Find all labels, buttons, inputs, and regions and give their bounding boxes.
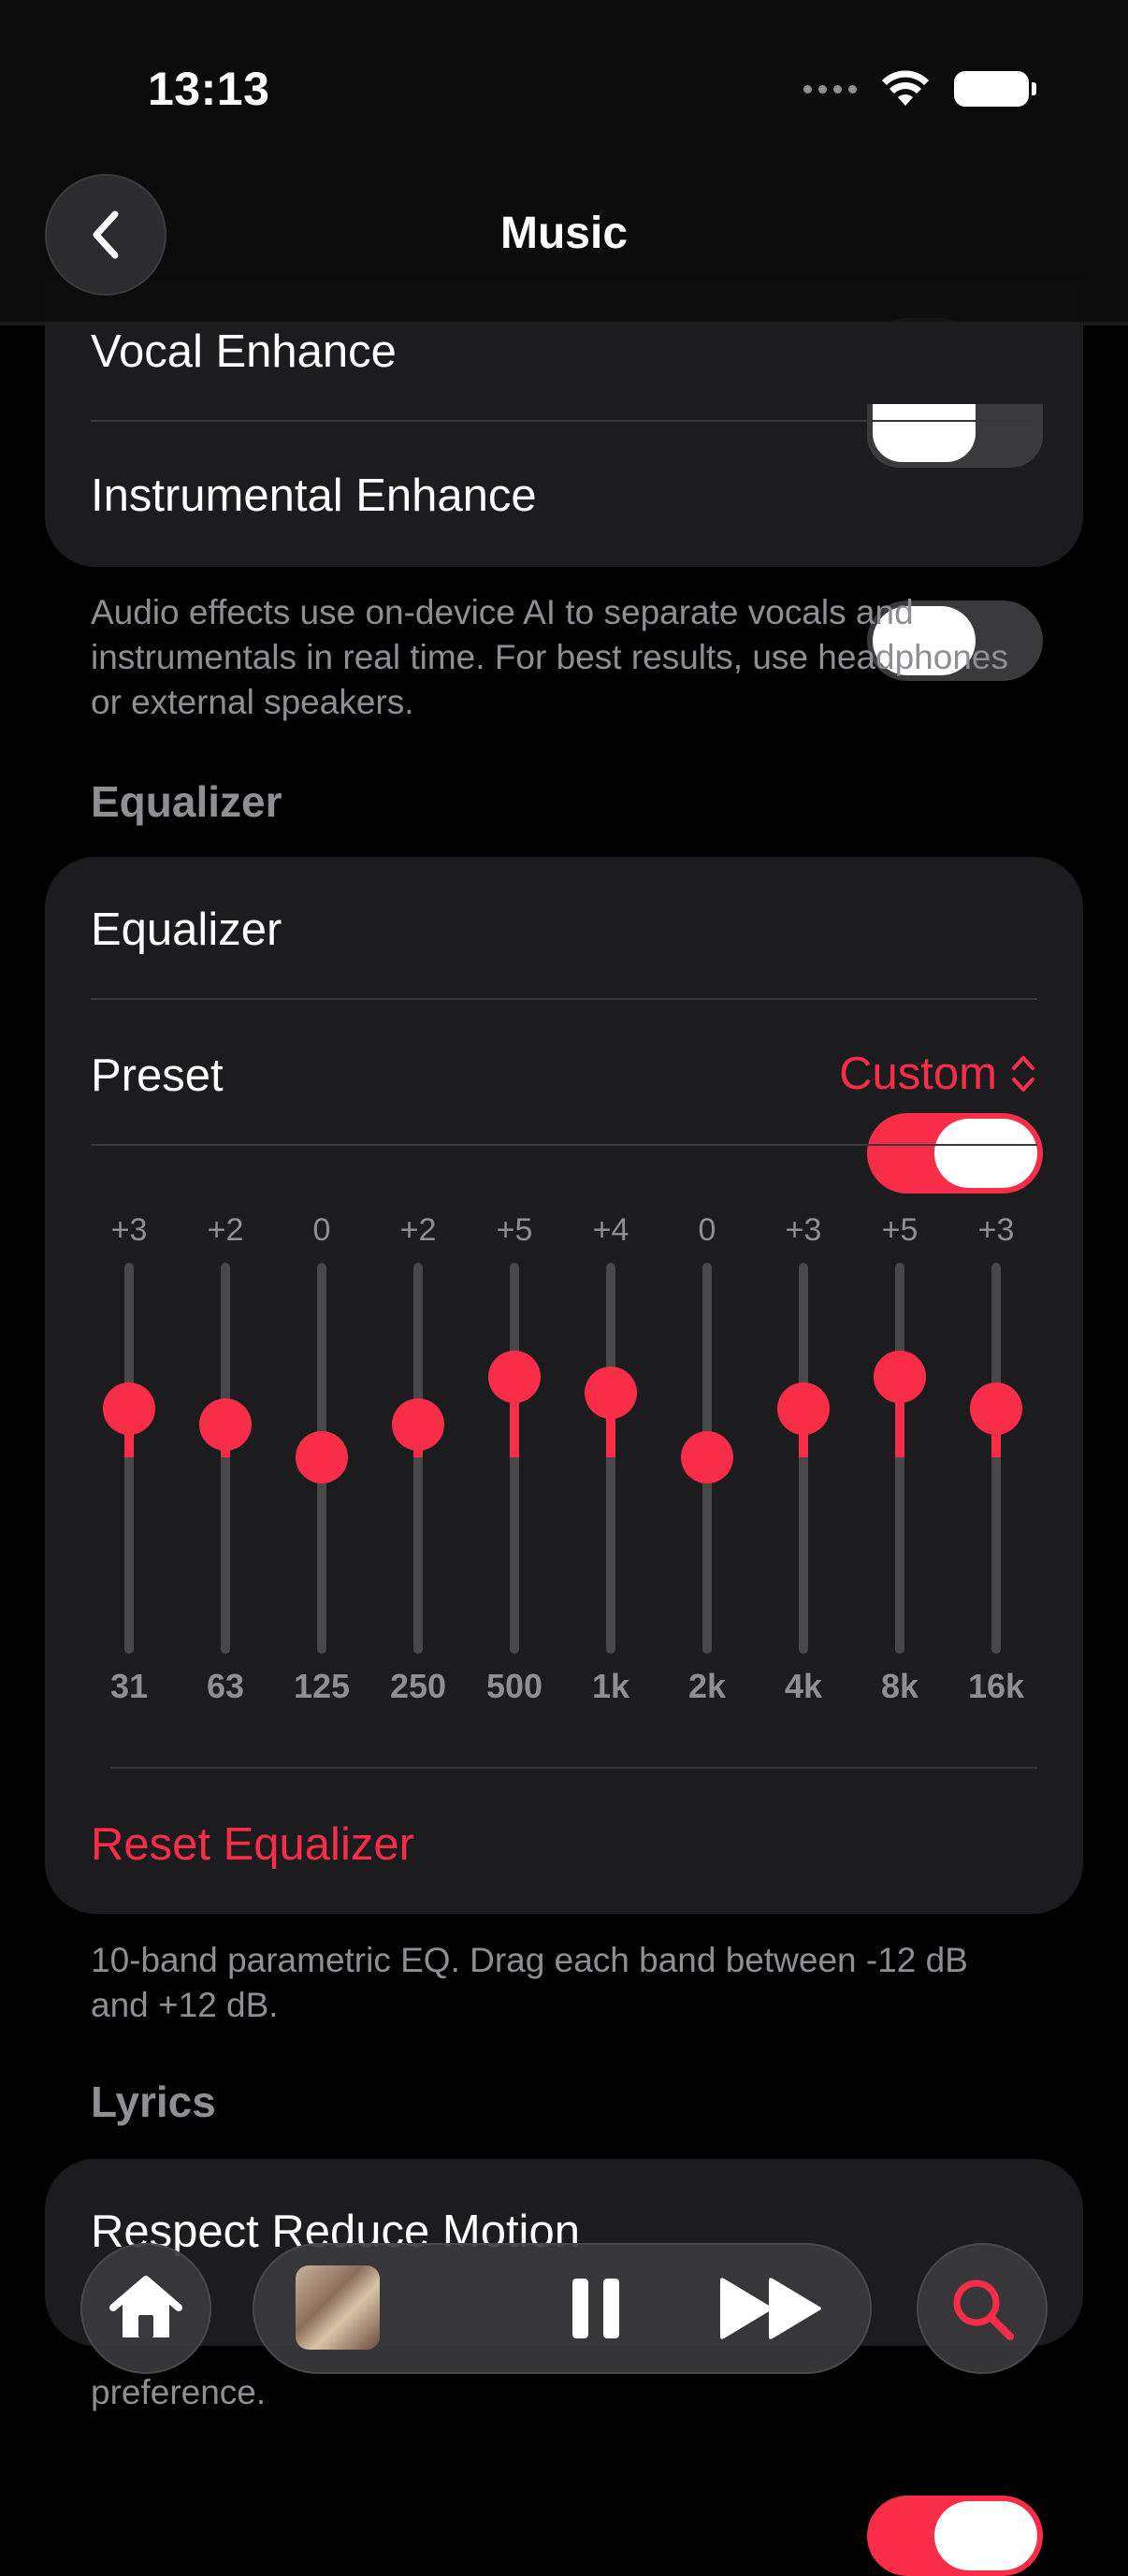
eq-band-value: +3 [977, 1212, 1015, 1248]
row-divider [91, 998, 1037, 1000]
eq-band-frequency: 63 [206, 1667, 245, 1705]
preset-selector[interactable]: Custom [839, 1048, 1036, 1100]
equalizer-footnote: 10-band parametric EQ. Drag each band be… [91, 1941, 968, 2024]
eq-slider-knob[interactable] [681, 1431, 733, 1483]
eq-slider-knob[interactable] [199, 1398, 252, 1452]
eq-band-value: +2 [207, 1212, 244, 1248]
eq-slider-knob[interactable] [296, 1431, 348, 1483]
equalizer-card [45, 857, 1083, 1914]
eq-band-frequency: 31 [109, 1667, 149, 1705]
eq-slider-knob[interactable] [103, 1382, 155, 1436]
vocal-enhance-label-visible: Vocal Enhance [91, 326, 397, 377]
respect-reduce-motion-toggle[interactable] [867, 2496, 1043, 2576]
audio-effects-footnote: Audio effects use on-device AI to separa… [91, 593, 1008, 721]
vocal-enhance-toggle-visible[interactable] [867, 404, 1043, 468]
mini-player[interactable] [253, 2243, 872, 2374]
eq-slider-knob[interactable] [392, 1398, 444, 1452]
eq-band-frequency: 4k [784, 1667, 823, 1705]
search-tab-button[interactable] [917, 2243, 1048, 2374]
eq-band-frequency: 2k [687, 1667, 727, 1705]
house-icon [109, 2276, 182, 2337]
eq-band-value: +3 [785, 1212, 822, 1248]
reset-equalizer-button[interactable]: Reset Equalizer [91, 1818, 414, 1871]
forward-icon [720, 2278, 821, 2339]
equalizer-toggle[interactable] [867, 1113, 1043, 1194]
eq-band-value: +2 [399, 1212, 437, 1248]
eq-slider-track[interactable] [413, 1263, 423, 1654]
eq-slider-knob[interactable] [970, 1382, 1022, 1436]
header-overlay [0, 0, 1128, 324]
eq-band-frequency: 125 [293, 1667, 351, 1705]
eq-band-value: +3 [110, 1212, 148, 1248]
equalizer-section-header: Equalizer [91, 777, 282, 826]
preset-label: Preset [91, 1050, 224, 1101]
eq-slider-track[interactable] [895, 1263, 904, 1654]
eq-slider-track[interactable] [799, 1263, 808, 1654]
equalizer-toggle-label: Equalizer [91, 904, 282, 955]
eq-band-value: 0 [698, 1212, 716, 1248]
status-indicators-overlay [803, 65, 1036, 112]
chevron-up-down-icon [1012, 1056, 1034, 1092]
lyrics-footnote: preference. [91, 2373, 267, 2411]
status-time-overlay: 13:13 [148, 63, 270, 115]
eq-slider-track[interactable] [221, 1263, 230, 1654]
lyrics-section-header: Lyrics [91, 2077, 216, 2126]
pause-icon [572, 2279, 619, 2338]
album-artwork [296, 2265, 380, 2350]
eq-band-value: +5 [496, 1212, 533, 1248]
signal-dots-icon [803, 84, 857, 94]
row-divider [110, 1767, 1037, 1769]
eq-band-value: +4 [592, 1212, 629, 1248]
eq-band-frequency: 250 [389, 1667, 447, 1705]
eq-slider-knob[interactable] [585, 1366, 637, 1419]
eq-slider-knob[interactable] [874, 1350, 926, 1403]
eq-slider-knob[interactable] [488, 1350, 541, 1403]
eq-band-frequency: 8k [880, 1667, 919, 1705]
toggle-knob [934, 1119, 1037, 1188]
eq-band-value: +5 [881, 1212, 918, 1248]
eq-slider-knob[interactable] [777, 1382, 830, 1436]
eq-band-value: 0 [312, 1212, 331, 1248]
page-title-overlay: Music [499, 209, 629, 258]
row-divider [91, 420, 1037, 422]
eq-slider-track[interactable] [991, 1263, 1001, 1654]
row-divider [91, 1144, 1037, 1146]
toggle-knob [934, 2501, 1037, 2570]
next-track-button[interactable] [716, 2275, 827, 2342]
home-tab-button[interactable] [80, 2243, 211, 2374]
instrumental-enhance-label: Instrumental Enhance [91, 470, 537, 521]
pause-button[interactable] [567, 2275, 625, 2342]
eq-slider-track[interactable] [606, 1263, 615, 1654]
search-icon [953, 2279, 1014, 2340]
eq-band-frequency: 1k [591, 1667, 630, 1705]
preset-value: Custom [839, 1049, 997, 1099]
eq-slider-track[interactable] [510, 1263, 519, 1654]
eq-band-frequency: 16k [967, 1667, 1025, 1705]
toggle-knob [873, 404, 976, 462]
eq-slider-track[interactable] [124, 1263, 134, 1654]
eq-band-frequency: 500 [485, 1667, 543, 1705]
wifi-icon [882, 70, 929, 106]
battery-icon [954, 71, 1036, 107]
